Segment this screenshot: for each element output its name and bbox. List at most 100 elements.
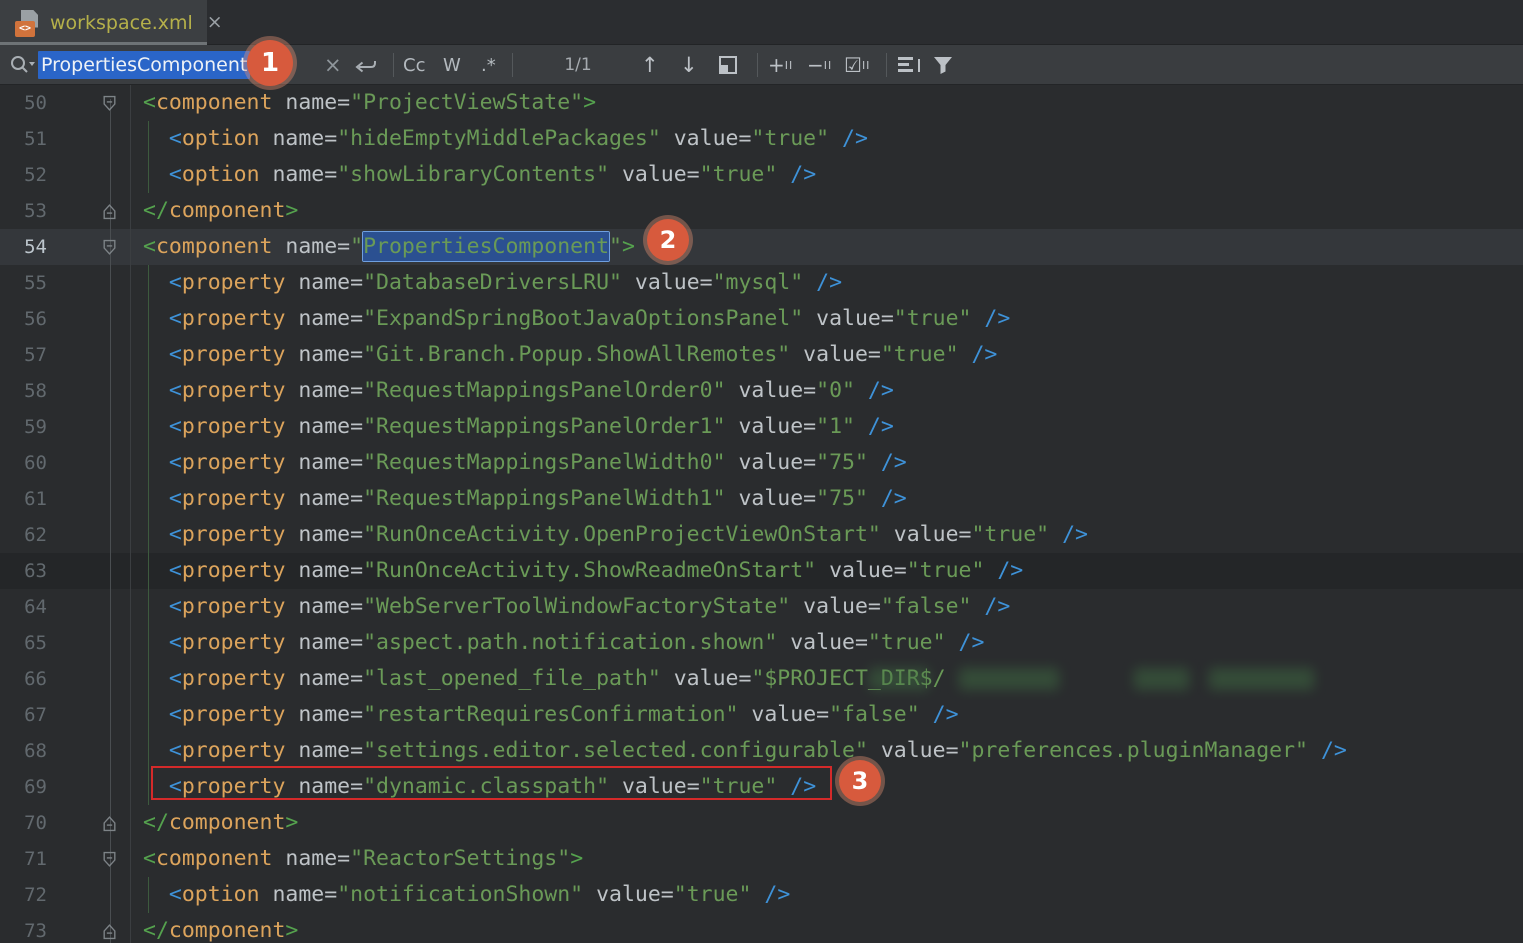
code-line-71[interactable]: 71<component name="ReactorSettings"> <box>0 841 1523 877</box>
ide-window: <> workspace.xml × PropertiesComponent × <box>0 0 1523 943</box>
code-line-50[interactable]: 50 <component name="ProjectViewState"> <box>0 85 1523 121</box>
code-text: <property name="RequestMappingsPanelOrde… <box>131 409 894 445</box>
tab-close-icon[interactable]: × <box>207 13 223 32</box>
annotation-badge-2: 2 <box>647 219 689 261</box>
newline-icon[interactable] <box>354 45 380 85</box>
search-query-selected-text: PropertiesComponent <box>38 51 250 79</box>
add-occurrence-button[interactable]: +II <box>768 45 793 85</box>
editor[interactable]: 50 <component name="ProjectViewState">51 … <box>0 85 1523 943</box>
code-text: <component name="ReactorSettings"> <box>131 841 583 877</box>
fold-gutter <box>47 769 131 805</box>
fold-marker-icon[interactable] <box>47 805 131 841</box>
toolbar-divider <box>886 53 887 77</box>
fold-marker-icon[interactable] <box>47 913 131 943</box>
filter-icon[interactable] <box>932 45 954 85</box>
code-line-55[interactable]: 55 <property name="DatabaseDriversLRU" v… <box>0 265 1523 301</box>
code-line-62[interactable]: 62 <property name="RunOnceActivity.OpenP… <box>0 517 1523 553</box>
find-toolbar: PropertiesComponent × Cc W .* 1/1 ↑ ↓ +I… <box>0 45 1523 85</box>
match-counter: 1/1 <box>545 45 611 85</box>
line-number: 68 <box>0 733 47 769</box>
line-number: 54 <box>0 229 47 265</box>
line-number: 62 <box>0 517 47 553</box>
code-line-63[interactable]: 63 <property name="RunOnceActivity.ShowR… <box>0 553 1523 589</box>
remove-occurrence-button[interactable]: −II <box>807 45 832 85</box>
code-line-57[interactable]: 57 <property name="Git.Branch.Popup.Show… <box>0 337 1523 373</box>
previous-match-button[interactable]: ↑ <box>641 45 659 85</box>
select-all-occurrences-button[interactable]: ☑II <box>844 45 870 85</box>
regex-toggle[interactable]: .* <box>481 45 496 85</box>
code-line-61[interactable]: 61 <property name="RequestMappingsPanelW… <box>0 481 1523 517</box>
code-line-66[interactable]: 66 <property name="last_opened_file_path… <box>0 661 1523 697</box>
line-number: 69 <box>0 769 47 805</box>
code-text: <property name="settings.editor.selected… <box>131 733 1347 769</box>
match-case-toggle[interactable]: Cc <box>403 45 425 85</box>
code-text: <component name="PropertiesComponent"> <box>131 229 635 265</box>
line-number: 67 <box>0 697 47 733</box>
fold-gutter <box>47 697 131 733</box>
code-line-51[interactable]: 51 <option name="hideEmptyMiddlePackages… <box>0 121 1523 157</box>
code-text: <property name="WebServerToolWindowFacto… <box>131 589 1010 625</box>
line-number: 59 <box>0 409 47 445</box>
annotation-badge-3: 3 <box>839 760 881 802</box>
code-line-65[interactable]: 65 <property name="aspect.path.notificat… <box>0 625 1523 661</box>
code-text: <property name="RequestMappingsPanelOrde… <box>131 373 894 409</box>
fold-gutter <box>47 337 131 373</box>
code-line-73[interactable]: 73 </component> <box>0 913 1523 943</box>
code-text: <property name="aspect.path.notification… <box>131 625 984 661</box>
code-area[interactable]: 50 <component name="ProjectViewState">51 … <box>0 85 1523 943</box>
code-text: <option name="showLibraryContents" value… <box>131 157 816 193</box>
fold-marker-icon[interactable] <box>47 229 131 265</box>
fold-marker-icon[interactable] <box>47 841 131 877</box>
code-line-52[interactable]: 52 <option name="showLibraryContents" va… <box>0 157 1523 193</box>
clear-search-icon[interactable]: × <box>324 45 342 85</box>
line-number: 51 <box>0 121 47 157</box>
code-line-64[interactable]: 64 <property name="WebServerToolWindowFa… <box>0 589 1523 625</box>
code-line-72[interactable]: 72 <option name="notificationShown" valu… <box>0 877 1523 913</box>
search-icon[interactable] <box>8 45 36 85</box>
fold-gutter <box>47 625 131 661</box>
code-text: <option name="hideEmptyMiddlePackages" v… <box>131 121 868 157</box>
code-text: <property name="RunOnceActivity.OpenProj… <box>131 517 1088 553</box>
line-number: 66 <box>0 661 47 697</box>
code-line-60[interactable]: 60 <property name="RequestMappingsPanelW… <box>0 445 1523 481</box>
code-line-69[interactable]: 69 <property name="dynamic.classpath" va… <box>0 769 1523 805</box>
next-match-button[interactable]: ↓ <box>680 45 698 85</box>
fold-gutter <box>47 265 131 301</box>
whole-words-toggle[interactable]: W <box>443 45 461 85</box>
code-line-58[interactable]: 58 <property name="RequestMappingsPanelO… <box>0 373 1523 409</box>
code-text: <property name="DatabaseDriversLRU" valu… <box>131 265 842 301</box>
search-options-icon[interactable] <box>898 45 920 85</box>
line-number: 58 <box>0 373 47 409</box>
line-number: 50 <box>0 85 47 121</box>
code-line-53[interactable]: 53</component> <box>0 193 1523 229</box>
fold-gutter <box>47 553 131 589</box>
redacted-text-blur <box>1134 668 1189 690</box>
fold-marker-icon[interactable] <box>47 193 131 229</box>
line-number: 73 <box>0 913 47 943</box>
code-line-70[interactable]: 70</component> <box>0 805 1523 841</box>
fold-gutter <box>47 301 131 337</box>
fold-gutter <box>47 445 131 481</box>
line-number: 53 <box>0 193 47 229</box>
code-text: <property name="ExpandSpringBootJavaOpti… <box>131 301 1010 337</box>
code-text: <property name="RequestMappingsPanelWidt… <box>131 481 907 517</box>
code-line-68[interactable]: 68 <property name="settings.editor.selec… <box>0 733 1523 769</box>
tab-workspace-xml[interactable]: <> workspace.xml × <box>0 0 207 45</box>
fold-gutter <box>47 481 131 517</box>
fold-marker-icon[interactable] <box>47 85 131 121</box>
code-text: </component> <box>131 913 298 943</box>
search-input[interactable]: PropertiesComponent <box>38 45 250 85</box>
code-line-54[interactable]: 54 <component name="PropertiesComponent"> <box>0 229 1523 265</box>
fold-gutter <box>47 877 131 913</box>
open-in-find-window-button[interactable] <box>719 45 737 85</box>
redacted-text-blur <box>869 668 929 690</box>
code-text: <component name="ProjectViewState"> <box>131 85 596 121</box>
code-line-67[interactable]: 67 <property name="restartRequiresConfir… <box>0 697 1523 733</box>
code-line-56[interactable]: 56 <property name="ExpandSpringBootJavaO… <box>0 301 1523 337</box>
code-text: <property name="dynamic.classpath" value… <box>131 769 816 805</box>
line-number: 57 <box>0 337 47 373</box>
code-text: <option name="notificationShown" value="… <box>131 877 790 913</box>
code-line-59[interactable]: 59 <property name="RequestMappingsPanelO… <box>0 409 1523 445</box>
line-number: 52 <box>0 157 47 193</box>
line-number: 55 <box>0 265 47 301</box>
